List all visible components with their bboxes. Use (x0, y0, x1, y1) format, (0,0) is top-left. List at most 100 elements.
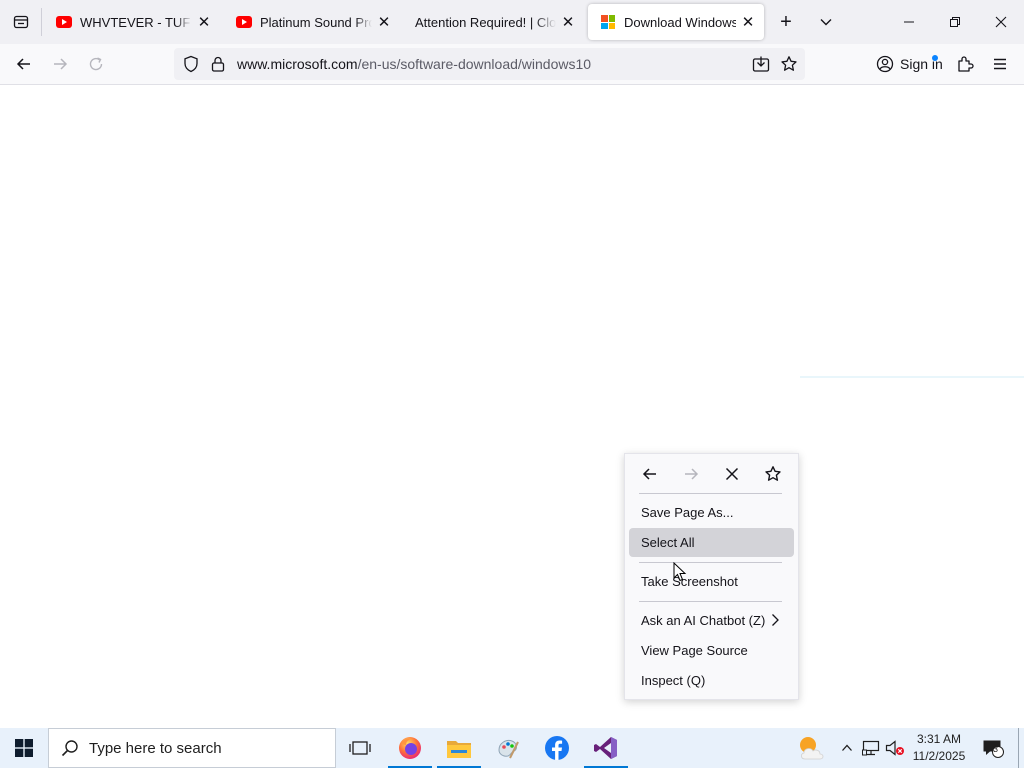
tab-title: Attention Required! | Cloudflare (415, 14, 556, 30)
tab-whvtever[interactable]: WHVTEVER - TUF TUF ✕ (44, 4, 220, 40)
firefox-icon (399, 737, 421, 759)
plus-icon: + (780, 10, 792, 33)
reload-button[interactable] (81, 49, 111, 79)
taskbar-search-box[interactable]: Type here to search (48, 728, 336, 768)
show-desktop-button[interactable] (1018, 728, 1019, 768)
weather-widget[interactable] (792, 728, 832, 768)
partly-cloudy-icon (800, 737, 824, 760)
context-menu-navigation-row (625, 454, 798, 494)
menu-item-take-screenshot[interactable]: Take Screenshot (629, 567, 794, 596)
volume-status[interactable] (884, 728, 906, 768)
taskbar-paint[interactable] (484, 728, 532, 768)
close-tab-icon[interactable]: ✕ (376, 14, 392, 31)
file-explorer-icon (447, 741, 471, 758)
task-view-button[interactable] (336, 728, 384, 768)
menu-separator (639, 493, 782, 494)
close-tab-icon[interactable]: ✕ (196, 14, 212, 31)
bookmark-star-icon (765, 466, 781, 481)
menu-item-label: Save Page As... (641, 505, 734, 520)
menu-item-ask-ai-chatbot[interactable]: Ask an AI Chatbot (Z) (629, 606, 794, 635)
taskbar-facebook[interactable] (533, 728, 581, 768)
forward-button[interactable] (45, 49, 75, 79)
facebook-icon (545, 736, 569, 760)
taskbar: Type here to search 3:31 AM 11/2/2025 3 (0, 728, 1024, 768)
page-divider (800, 376, 1024, 378)
context-bookmark-button[interactable] (761, 462, 785, 486)
tab-attention-required[interactable]: Attention Required! | Cloudflare ✕ (404, 4, 584, 40)
tab-strip: WHVTEVER - TUF TUF ✕ Platinum Sound Prod… (0, 0, 1024, 44)
start-button[interactable] (0, 728, 48, 768)
menu-item-label: Ask an AI Chatbot (Z) (641, 613, 766, 628)
menu-item-save-page-as[interactable]: Save Page As... (629, 498, 794, 527)
sign-in-button[interactable]: Sign in (869, 49, 943, 79)
url-path: /en-us/software-download/windows10 (357, 56, 592, 72)
restore-icon (950, 17, 960, 27)
close-window-button[interactable] (978, 0, 1024, 44)
taskbar-clock[interactable]: 3:31 AM 11/2/2025 (906, 731, 972, 765)
close-icon (995, 16, 1007, 28)
menu-separator (639, 601, 782, 602)
speaker-muted-icon (885, 740, 904, 756)
context-back-button[interactable] (638, 462, 662, 486)
page-content[interactable] (0, 86, 1024, 728)
close-icon (725, 467, 739, 481)
url-text[interactable]: www.microsoft.com/en-us/software-downloa… (237, 56, 591, 72)
list-all-tabs-button[interactable] (812, 8, 840, 36)
chevron-up-icon (842, 744, 852, 751)
task-view-icon (349, 741, 371, 755)
menu-item-inspect[interactable]: Inspect (Q) (629, 666, 794, 695)
arrow-left-icon (16, 58, 30, 70)
context-forward-button[interactable] (679, 462, 703, 486)
hamburger-menu-icon (994, 58, 1006, 70)
youtube-icon (56, 14, 72, 30)
account-icon (876, 55, 894, 73)
menu-item-select-all[interactable]: Select All (629, 528, 794, 557)
paint-icon (498, 740, 519, 759)
menu-item-label: Inspect (Q) (641, 673, 706, 688)
arrow-right-icon (685, 468, 699, 480)
tab-download-windows[interactable]: Download Windows 10 ✕ (588, 4, 764, 40)
taskbar-visual-studio[interactable] (582, 728, 630, 768)
tab-title: Platinum Sound Productions (260, 14, 372, 30)
mouse-cursor-icon (673, 562, 687, 582)
search-placeholder: Type here to search (89, 739, 222, 757)
reload-icon (89, 57, 103, 71)
app-menu-button[interactable] (985, 49, 1015, 79)
close-tab-icon[interactable]: ✕ (740, 14, 756, 31)
install-app-icon[interactable] (752, 55, 770, 76)
action-center-button[interactable]: 3 (978, 728, 1008, 768)
taskbar-file-explorer[interactable] (435, 728, 483, 768)
close-tab-icon[interactable]: ✕ (560, 14, 576, 31)
notification-dot (932, 55, 938, 61)
back-button[interactable] (9, 49, 39, 79)
show-hidden-icons-button[interactable] (836, 728, 858, 768)
tracking-protection-shield-icon[interactable] (182, 55, 200, 76)
url-host: www.microsoft.com (237, 56, 358, 72)
lock-icon[interactable] (210, 55, 226, 76)
chevron-right-icon (772, 614, 779, 626)
taskbar-firefox[interactable] (386, 728, 434, 768)
puzzle-icon (958, 56, 974, 72)
context-stop-button[interactable] (720, 462, 744, 486)
menu-separator (639, 562, 782, 563)
network-status[interactable] (860, 728, 882, 768)
tab-platinum-sound[interactable]: Platinum Sound Productions ✕ (224, 4, 400, 40)
network-icon (862, 740, 880, 756)
menu-item-label: Take Screenshot (641, 574, 738, 589)
youtube-icon (236, 14, 252, 30)
extensions-button[interactable] (950, 49, 980, 79)
minimize-icon (904, 21, 914, 23)
chevron-down-icon (820, 19, 832, 26)
bookmark-star-icon[interactable] (780, 55, 798, 76)
address-bar[interactable]: www.microsoft.com/en-us/software-downloa… (174, 48, 805, 80)
firefox-view-button[interactable] (0, 0, 42, 44)
menu-item-view-page-source[interactable]: View Page Source (629, 636, 794, 665)
clock-time: 3:31 AM (916, 732, 962, 746)
restore-button[interactable] (932, 0, 978, 44)
search-icon (61, 740, 78, 757)
visual-studio-icon (594, 737, 617, 759)
minimize-button[interactable] (886, 0, 932, 44)
notification-count: 3 (993, 744, 999, 754)
new-tab-button[interactable]: + (772, 8, 800, 36)
menu-item-label: Select All (641, 535, 695, 550)
